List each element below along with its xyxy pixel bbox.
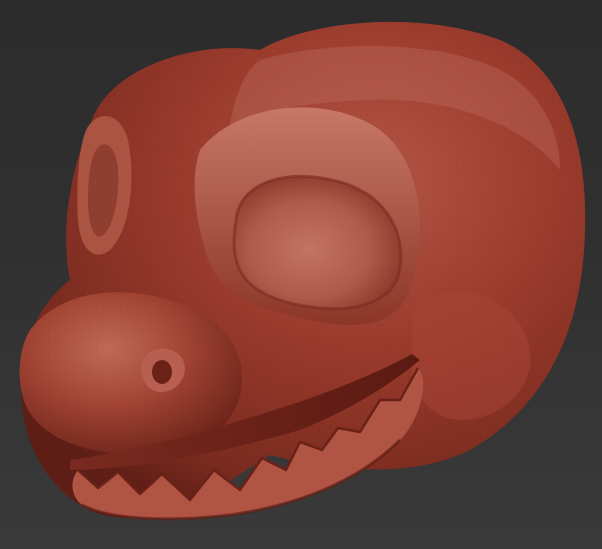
creature-head-render — [19, 21, 586, 521]
sculpt-viewport — [0, 0, 602, 549]
